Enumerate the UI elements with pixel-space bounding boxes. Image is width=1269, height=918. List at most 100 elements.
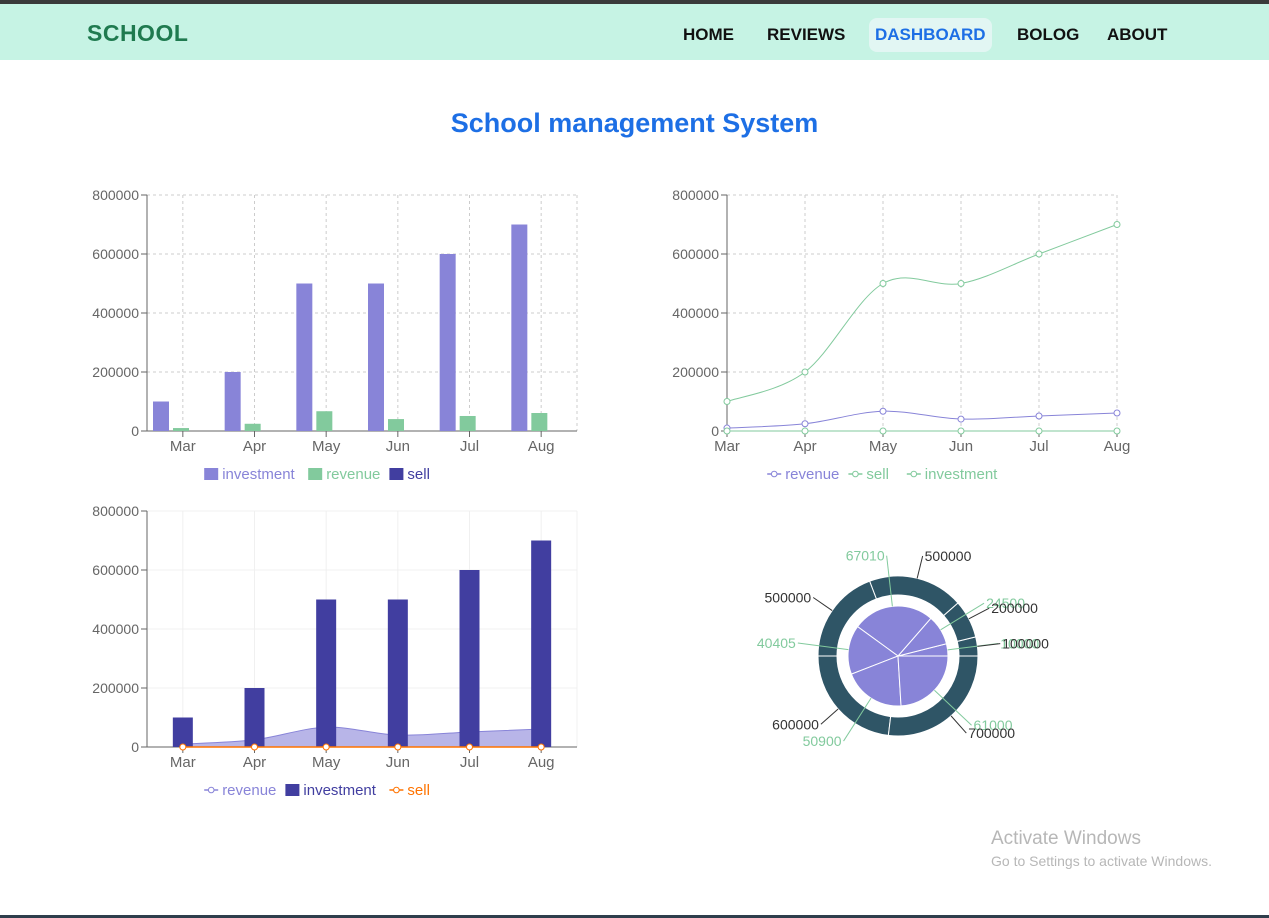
pie-label: 67010 (846, 548, 885, 564)
bar-revenue (388, 419, 404, 431)
legend-swatch (207, 786, 215, 794)
page-title: School management System (450, 108, 819, 138)
legend-label: revenue (326, 466, 380, 483)
point-sell (801, 427, 809, 435)
x-tick-label: Mar (714, 438, 740, 455)
x-tick-label: Jun (949, 438, 973, 455)
y-tick-label: 800000 (92, 187, 139, 203)
nav-dashboard[interactable]: DASHBOARD (869, 18, 992, 52)
pie-label: 500000 (925, 548, 972, 564)
pie-label: 40405 (757, 635, 796, 651)
legend-swatch (389, 468, 404, 480)
y-tick-label: 0 (131, 739, 139, 755)
y-tick-label: 200000 (672, 364, 719, 380)
bar-investment (511, 224, 528, 431)
bar-investment (244, 688, 265, 747)
x-tick-label: Aug (528, 754, 555, 771)
bar-investment (224, 372, 241, 431)
x-tick-label: Jul (460, 438, 479, 455)
pie-label: 50900 (803, 733, 842, 749)
point-sell (957, 427, 965, 435)
point-sell (251, 743, 258, 751)
y-tick-label: 400000 (92, 305, 139, 321)
x-tick-label: Aug (528, 438, 555, 455)
point-investment (1035, 250, 1043, 258)
line-chart-revenue-sell-investment: 0 200000 400000 600000 800000 Mar Apr May Jun Jul… (672, 187, 1131, 483)
pie-label: 100000 (1002, 636, 1049, 652)
x-tick-label: Jun (386, 438, 410, 455)
bar-revenue (173, 428, 189, 431)
x-tick-label: Jun (386, 754, 410, 771)
nav-home[interactable]: HOME (677, 18, 740, 52)
bar-investment (368, 283, 384, 431)
x-tick-label: Jul (1029, 438, 1048, 455)
pie-label: 200000 (991, 600, 1038, 616)
y-tick-label: 200000 (92, 680, 139, 696)
x-tick-label: May (869, 438, 898, 455)
legend-label: revenue (222, 782, 276, 799)
nav-reviews[interactable]: REVIEWS (761, 18, 851, 52)
bar-chart-investment-revenue: 0 200000 400000 600000 800000 Mar Apr May Jun Jul… (92, 187, 578, 483)
point-sell (466, 743, 473, 751)
point-sell (1113, 427, 1121, 435)
point-investment (879, 280, 887, 287)
point-sell (179, 743, 187, 751)
point-investment (957, 280, 965, 287)
point-revenue (957, 415, 965, 423)
bar-investment (531, 540, 552, 747)
pie-chart-revenue-investment: 1000024500670104040550900610001000002000… (757, 548, 1049, 749)
bar-investment (316, 599, 337, 747)
point-investment (723, 398, 731, 405)
y-tick-label: 400000 (92, 621, 139, 637)
pie-label-line (968, 607, 990, 620)
y-tick-label: 200000 (92, 364, 139, 380)
pie-label-line (977, 643, 1001, 647)
legend-swatch (285, 784, 300, 796)
pie-label-line (820, 708, 839, 725)
bar-revenue (316, 411, 333, 431)
brand-logo[interactable]: SCHOOL (87, 20, 188, 47)
activate-windows-title: Activate Windows (991, 828, 1141, 849)
line-revenue (726, 410, 1118, 429)
x-tick-label: May (312, 438, 341, 455)
x-tick-label: May (312, 754, 341, 771)
nav-bolog[interactable]: BOLOG (1011, 18, 1085, 52)
y-tick-label: 400000 (672, 305, 719, 321)
bar-investment (296, 283, 313, 431)
legend-label: sell (407, 782, 430, 799)
y-tick-label: 600000 (92, 562, 139, 578)
bar-investment (153, 401, 169, 431)
point-sell (1035, 427, 1043, 435)
nav-about[interactable]: ABOUT (1101, 18, 1173, 52)
bar-revenue (244, 423, 261, 431)
legend-swatch (308, 468, 323, 480)
point-revenue (879, 407, 887, 415)
legend-label: investment (222, 466, 295, 483)
y-tick-label: 0 (131, 423, 139, 439)
bar-revenue (459, 415, 476, 431)
x-tick-label: Mar (170, 754, 196, 771)
bar-investment (387, 599, 408, 747)
pie-label-line (916, 555, 924, 579)
pie-label: 600000 (772, 716, 819, 732)
legend-swatch (393, 786, 400, 794)
bar-investment (172, 717, 193, 747)
x-tick-label: Apr (793, 438, 816, 455)
pie-label-line (812, 597, 833, 611)
point-investment (1113, 221, 1121, 228)
pie-inner-slice (897, 655, 949, 707)
x-tick-label: Apr (243, 438, 266, 455)
x-tick-label: Aug (1104, 438, 1131, 455)
activate-windows-subtitle: Go to Settings to activate Windows. (991, 853, 1212, 869)
y-tick-label: 800000 (672, 187, 719, 203)
x-tick-label: Jul (460, 754, 479, 771)
point-sell (394, 743, 402, 751)
bar-investment (439, 254, 456, 431)
composed-chart-revenue-investment-sell: 0 200000 400000 600000 800000 Mar Apr May Jun Jul… (92, 503, 578, 799)
y-tick-label: 600000 (672, 246, 719, 262)
x-tick-label: Apr (243, 754, 266, 771)
y-tick-label: 600000 (92, 246, 139, 262)
legend-swatch (204, 468, 219, 480)
legend-swatch (910, 470, 918, 478)
legend-swatch (770, 470, 778, 478)
